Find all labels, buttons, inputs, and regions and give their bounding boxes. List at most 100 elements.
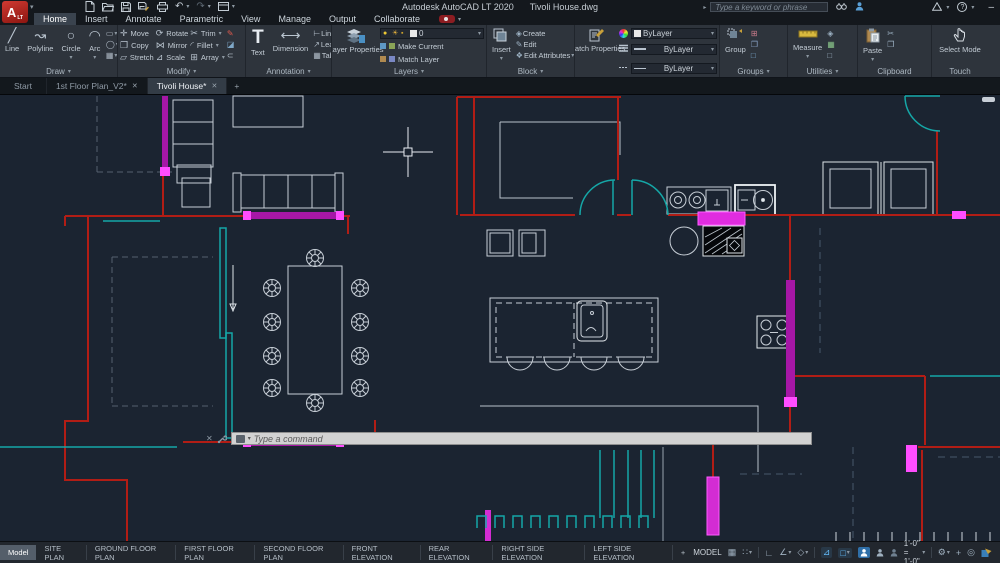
copy-button[interactable]: ❐ Copy	[120, 39, 154, 51]
edit-attributes-button[interactable]: ❖ Edit Attributes ▾	[516, 51, 574, 61]
new-layout-button[interactable]: +	[673, 545, 693, 560]
rotate-button[interactable]: ⟳ Rotate	[156, 27, 189, 39]
polyline-button[interactable]: ↝ Polyline	[24, 27, 56, 54]
help-caret-icon[interactable]: ▾	[971, 4, 974, 11]
erase-button[interactable]: ✎	[227, 29, 235, 39]
color-select[interactable]: ByLayer ▾	[631, 28, 717, 39]
linetype-select[interactable]: ByLayer ▾	[631, 62, 717, 74]
file-tab-floorplan[interactable]: 1st Floor Plan_V2* ✕	[47, 78, 148, 94]
file-tab-start[interactable]: Start	[0, 78, 47, 94]
command-wrench-icon[interactable]	[217, 434, 227, 444]
group-select-button[interactable]: □	[751, 51, 758, 61]
ribbon-tab-output[interactable]: Output	[320, 13, 365, 25]
ribbon-tab-home[interactable]: Home	[34, 13, 77, 25]
move-button[interactable]: ✛ Move	[120, 27, 154, 39]
help-icon[interactable]: ?	[957, 2, 968, 12]
autocad-logo[interactable]: A LT	[2, 1, 28, 23]
autodesk-app-icon[interactable]	[932, 1, 943, 13]
match-layer-button[interactable]: Match Layer	[380, 53, 484, 65]
command-caret-icon[interactable]: ▾	[248, 435, 251, 442]
group-edit-button[interactable]: ❐	[751, 40, 758, 50]
annotation-visibility-icon[interactable]	[857, 547, 870, 558]
panel-block-label[interactable]: Block ▾	[489, 66, 572, 77]
panel-clipboard-label[interactable]: Clipboard	[860, 66, 929, 77]
circle-button[interactable]: ○ Circle ▾	[58, 27, 83, 62]
group-button[interactable]: Group	[722, 27, 749, 54]
trim-button[interactable]: ✂ Trim ▾	[190, 27, 224, 39]
panel-touch-label[interactable]: Touch	[934, 66, 986, 77]
ellipse-button[interactable]: ◯▾	[106, 40, 117, 50]
ribbon-tab-insert[interactable]: Insert	[76, 13, 117, 25]
ribbon-tab-manage[interactable]: Manage	[269, 13, 320, 25]
save-icon[interactable]	[121, 1, 131, 12]
isodraft-toggle-icon[interactable]: ◇ ▾	[797, 547, 808, 558]
add-scales-icon[interactable]: +	[956, 548, 961, 558]
command-history-icon[interactable]	[235, 434, 245, 443]
layout-tab-ground-floor[interactable]: GROUND FLOOR PLAN	[87, 544, 177, 562]
ribbon-tab-parametric[interactable]: Parametric	[171, 13, 233, 25]
file-tab-tivoli[interactable]: Tivoli House* ✕	[147, 78, 228, 94]
color-wheel-icon[interactable]	[619, 29, 628, 38]
cut-button[interactable]: ✂	[887, 29, 894, 39]
undo-caret-icon[interactable]: ▾	[186, 3, 189, 10]
new-file-icon[interactable]	[85, 1, 95, 12]
customization-gear-icon[interactable]: ⚙ ▾	[938, 547, 950, 558]
command-close-icon[interactable]: ✕	[206, 434, 213, 443]
ribbon-tab-view[interactable]: View	[232, 13, 269, 25]
ribbon-tab-collaborate[interactable]: Collaborate	[365, 13, 429, 25]
copy-clip-button[interactable]: ❐	[887, 40, 894, 50]
insert-button[interactable]: Insert ▾	[489, 27, 514, 62]
layout-tab-model[interactable]: Model	[0, 545, 37, 560]
match-properties-button[interactable]: Match Properties	[575, 27, 625, 53]
line-button[interactable]: ╱ Line	[2, 27, 22, 54]
drawing-canvas[interactable]: ✕ ▾	[0, 95, 1000, 541]
layout-tab-front-elevation[interactable]: FRONT ELEVATION	[344, 544, 421, 562]
qat-customize-caret-icon[interactable]: ▾	[232, 3, 235, 10]
otrack-toggle-icon[interactable]: ⊿	[820, 547, 833, 558]
layer-select[interactable]: ● ☀ ▪ 0 ▾	[380, 28, 484, 39]
redo-icon[interactable]: ↷	[196, 1, 204, 12]
ribbon-tab-annotate[interactable]: Annotate	[117, 13, 171, 25]
sign-in-icon[interactable]	[855, 1, 864, 13]
command-input[interactable]	[253, 433, 807, 444]
ribbon-extra-menu[interactable]: ▾	[439, 13, 461, 25]
quick-calc-button[interactable]: ▦	[827, 40, 835, 50]
text-button[interactable]: T Text	[248, 27, 268, 57]
leader-button[interactable]: ↗Leader▾	[313, 40, 331, 50]
quick-select-button[interactable]: ◈	[827, 29, 835, 39]
hatch-button[interactable]: ▦ ▾	[106, 51, 117, 61]
annotation-scale-value[interactable]: 1'-0" = 1'-0" ▾	[904, 539, 926, 563]
panel-utilities-label[interactable]: Utilities ▾	[790, 66, 855, 77]
layout-tab-rear-elevation[interactable]: REAR ELEVATION	[421, 544, 494, 562]
rectangle-button[interactable]: ▭ ▾	[106, 29, 117, 39]
linear-button[interactable]: ⊢Linear▾	[313, 29, 331, 39]
minimize-button[interactable]: –	[988, 2, 994, 13]
layout-tab-second-floor[interactable]: SECOND FLOOR PLAN	[255, 544, 344, 562]
fillet-button[interactable]: ◜ Fillet ▾	[190, 39, 224, 51]
panel-modify-label[interactable]: Modify ▾	[120, 66, 243, 77]
annotation-autoscale-icon[interactable]	[876, 548, 884, 557]
autodesk-app-caret-icon[interactable]: ▾	[946, 4, 949, 11]
search-binoculars-icon[interactable]	[836, 2, 848, 12]
layer-properties-button[interactable]: Layer Properties	[332, 27, 384, 54]
array-button[interactable]: ⊞ Array ▾	[190, 51, 224, 63]
stretch-button[interactable]: ▱ Stretch	[120, 51, 154, 63]
panel-groups-label[interactable]: Groups ▾	[722, 66, 785, 77]
scale-button[interactable]: ⊿ Scale	[156, 51, 189, 63]
polar-toggle-icon[interactable]: ∠ ▾	[779, 547, 791, 558]
ortho-toggle-icon[interactable]: ∟	[764, 548, 773, 558]
edit-block-button[interactable]: ✎ Edit	[516, 40, 574, 50]
open-folder-icon[interactable]	[102, 2, 114, 12]
file-tab-floorplan-close-icon[interactable]: ✕	[132, 82, 138, 90]
layout-tab-right-elevation[interactable]: RIGHT SIDE ELEVATION	[493, 544, 586, 562]
snap-toggle-icon[interactable]: ∷ ▾	[742, 547, 752, 558]
osnap-toggle-icon[interactable]: □ ▾	[838, 547, 852, 558]
plot-icon[interactable]	[157, 1, 168, 12]
undo-icon[interactable]: ↶	[175, 1, 183, 12]
table-button[interactable]: ▦Table	[313, 51, 331, 61]
isolate-objects-icon[interactable]: ◎	[967, 547, 975, 558]
layout-tab-first-floor[interactable]: FIRST FLOOR PLAN	[176, 544, 256, 562]
panel-draw-label[interactable]: Draw ▾	[2, 66, 115, 77]
viewport-pill-icon[interactable]	[982, 97, 995, 102]
paste-button[interactable]: Paste ▾	[860, 27, 885, 63]
